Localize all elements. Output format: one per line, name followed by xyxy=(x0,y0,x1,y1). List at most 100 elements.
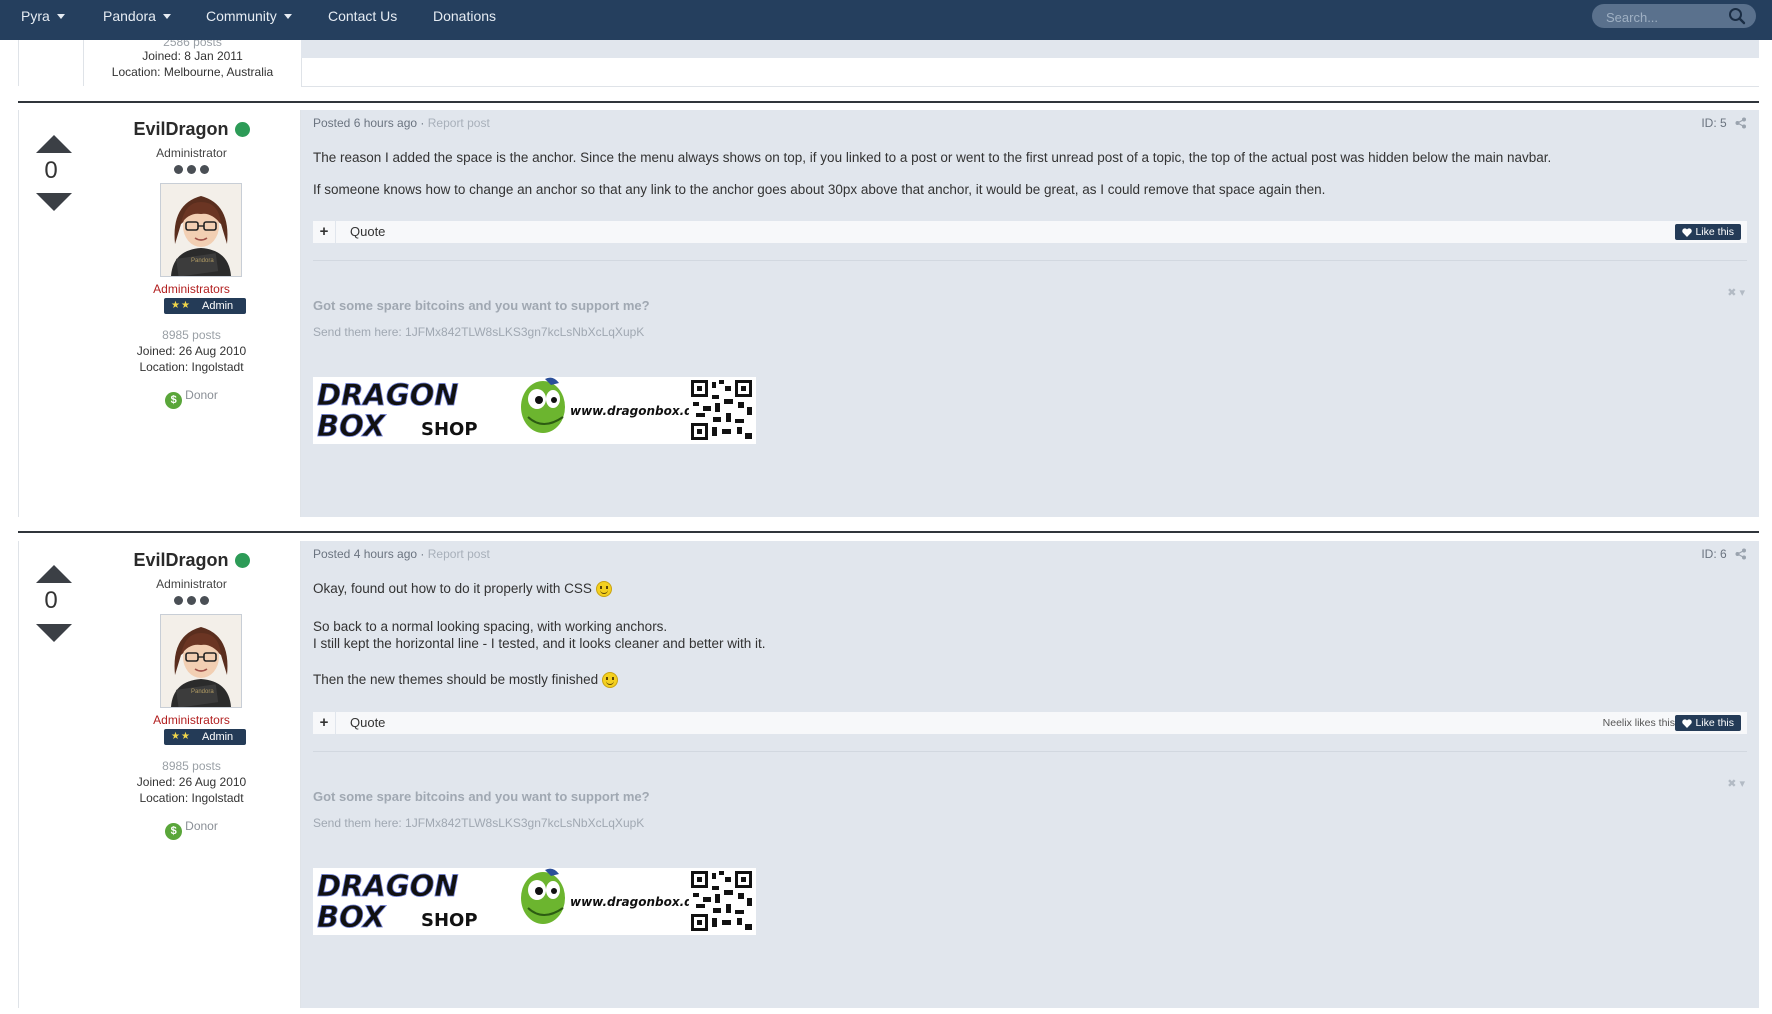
signature-address: Send them here: 1JFMx842TLW8sLKS3gn7kcLs… xyxy=(313,325,645,339)
author-name-text: EvilDragon xyxy=(133,550,229,570)
dollar-icon: $ xyxy=(165,823,183,840)
post-line: Then the new themes should be mostly fin… xyxy=(313,672,599,687)
author-title: Administrator xyxy=(156,146,227,160)
post-meta: Posted 6 hours ago · Report post xyxy=(313,116,490,130)
avatar-image: Pandora xyxy=(161,615,241,707)
like-button-label: Like this xyxy=(1695,717,1734,729)
plus-icon[interactable]: + xyxy=(313,221,336,243)
like-button[interactable]: Like this xyxy=(1675,715,1741,731)
post-body: Posted 4 hours ago · Report post ID: 6 O… xyxy=(301,541,1759,1008)
donor-label: Donor xyxy=(185,388,218,402)
vote-down-icon[interactable] xyxy=(36,624,72,642)
post-count: 8985 posts xyxy=(162,328,221,342)
signature-divider xyxy=(313,260,1747,261)
rank-badge: ★★ Admin xyxy=(164,729,246,745)
top-navbar: Pyra Pandora Community Contact Us Donati… xyxy=(0,0,1772,40)
search-input[interactable] xyxy=(1604,6,1728,28)
caret-down-icon xyxy=(283,14,292,19)
post-actions-bar: + Quote Neelix likes this Like this xyxy=(313,712,1747,734)
post-id: ID: 6 xyxy=(1701,547,1747,561)
author-name-text: EvilDragon xyxy=(133,119,229,139)
author-name[interactable]: EvilDragon xyxy=(83,550,300,571)
rank-pips xyxy=(83,162,300,177)
author-column: EvilDragon Administrator Pandora Adminis… xyxy=(83,110,301,517)
author-name[interactable]: EvilDragon xyxy=(83,119,300,140)
nav-donations[interactable]: Donations xyxy=(433,0,496,40)
previous-post-footer xyxy=(301,58,1759,87)
search-box xyxy=(1592,4,1756,28)
like-button-label: Like this xyxy=(1695,226,1734,238)
svg-text:Pandora: Pandora xyxy=(191,689,214,695)
signature-question: Got some spare bitcoins and you want to … xyxy=(313,789,650,804)
smiley-icon xyxy=(595,581,612,597)
post-separator xyxy=(18,531,1759,533)
vote-count: 0 xyxy=(44,157,58,184)
post-id: ID: 5 xyxy=(1701,116,1747,130)
avatar[interactable]: Pandora xyxy=(160,614,242,708)
nav-contact-label: Contact Us xyxy=(328,8,398,24)
share-icon[interactable] xyxy=(1735,548,1747,560)
close-icon[interactable]: ✖ ▾ xyxy=(1727,777,1745,790)
joined-date: Joined: 26 Aug 2010 xyxy=(136,344,247,358)
post: 0 EvilDragon Administrator Pandora Admin… xyxy=(18,110,1759,517)
post-date: Posted 6 hours ago xyxy=(313,116,418,130)
banner-shop-text: SHOP xyxy=(421,419,478,440)
member-group: Administrators xyxy=(153,282,230,296)
post-content: The reason I added the space is the anch… xyxy=(313,149,1733,198)
likers-text[interactable]: Neelix likes this xyxy=(1603,712,1675,734)
joined-date: Joined: 26 Aug 2010 xyxy=(136,775,247,789)
report-post-link[interactable]: Report post xyxy=(428,547,490,561)
vote-down-icon[interactable] xyxy=(36,193,72,211)
dragonbox-banner-image: DRAGON BOX SHOP www.dragonbox.de xyxy=(313,377,756,444)
avatar[interactable]: Pandora xyxy=(160,183,242,277)
post-content: Okay, found out how to do it properly wi… xyxy=(313,580,1733,688)
post-actions-bar: + Quote Like this xyxy=(313,221,1747,243)
nav-community[interactable]: Community xyxy=(206,0,292,40)
previous-vote-column xyxy=(18,40,83,86)
plus-icon[interactable]: + xyxy=(313,712,336,734)
banner-box-text: BOX xyxy=(317,900,387,934)
smiley-icon xyxy=(602,672,619,688)
post-paragraph: I still kept the horizontal line - I tes… xyxy=(313,636,766,651)
donor-badge: $ Donor xyxy=(83,819,300,840)
post-paragraph: If someone knows how to change an anchor… xyxy=(313,182,1326,197)
vote-up-icon[interactable] xyxy=(36,565,72,583)
rank-pips xyxy=(83,593,300,608)
post-id-label: ID: 6 xyxy=(1701,547,1727,561)
caret-down-icon xyxy=(56,14,65,19)
nav-pandora-label: Pandora xyxy=(103,8,156,24)
member-group: Administrators xyxy=(153,713,230,727)
quote-button[interactable]: Quote xyxy=(350,712,385,734)
post-paragraph: The reason I added the space is the anch… xyxy=(313,150,1552,165)
dragonbox-banner[interactable]: DRAGON BOX SHOP www.dragonbox.de xyxy=(313,377,756,444)
previous-post-body xyxy=(301,40,1759,58)
location: Location: Ingolstadt xyxy=(139,360,244,374)
rank-badge: ★★ Admin xyxy=(164,298,246,314)
donor-badge: $ Donor xyxy=(83,388,300,409)
share-icon[interactable] xyxy=(1735,117,1747,129)
quote-button[interactable]: Quote xyxy=(350,221,385,243)
nav-contact-us[interactable]: Contact Us xyxy=(328,0,397,40)
author-title: Administrator xyxy=(156,577,227,591)
banner-dragon-text: DRAGON xyxy=(317,869,459,903)
banner-url-text: www.dragonbox.de xyxy=(570,895,701,909)
banner-box-text: BOX xyxy=(317,409,387,443)
vote-up-icon[interactable] xyxy=(36,135,72,153)
post: 0 EvilDragon Administrator Pandora Admin… xyxy=(18,541,1759,1008)
report-post-link[interactable]: Report post xyxy=(428,116,490,130)
close-icon[interactable]: ✖ ▾ xyxy=(1727,286,1745,299)
author-column: EvilDragon Administrator Pandora Adminis… xyxy=(83,541,301,1008)
post-meta: Posted 4 hours ago · Report post xyxy=(313,547,490,561)
signature-address: Send them here: 1JFMx842TLW8sLKS3gn7kcLs… xyxy=(313,816,645,830)
heart-icon xyxy=(1682,228,1693,237)
qr-code-icon xyxy=(689,870,754,933)
search-icon[interactable] xyxy=(1728,7,1746,25)
svg-text:Pandora: Pandora xyxy=(191,258,214,264)
nav-pyra[interactable]: Pyra xyxy=(21,0,65,40)
dragonbox-banner[interactable]: DRAGON BOX SHOP www.dragonbox.de xyxy=(313,868,756,935)
nav-pandora[interactable]: Pandora xyxy=(103,0,171,40)
like-button[interactable]: Like this xyxy=(1675,224,1741,240)
post-body: Posted 6 hours ago · Report post ID: 5 T… xyxy=(301,110,1759,517)
signature-divider xyxy=(313,751,1747,752)
post-paragraph: Then the new themes should be mostly fin… xyxy=(313,671,1733,688)
